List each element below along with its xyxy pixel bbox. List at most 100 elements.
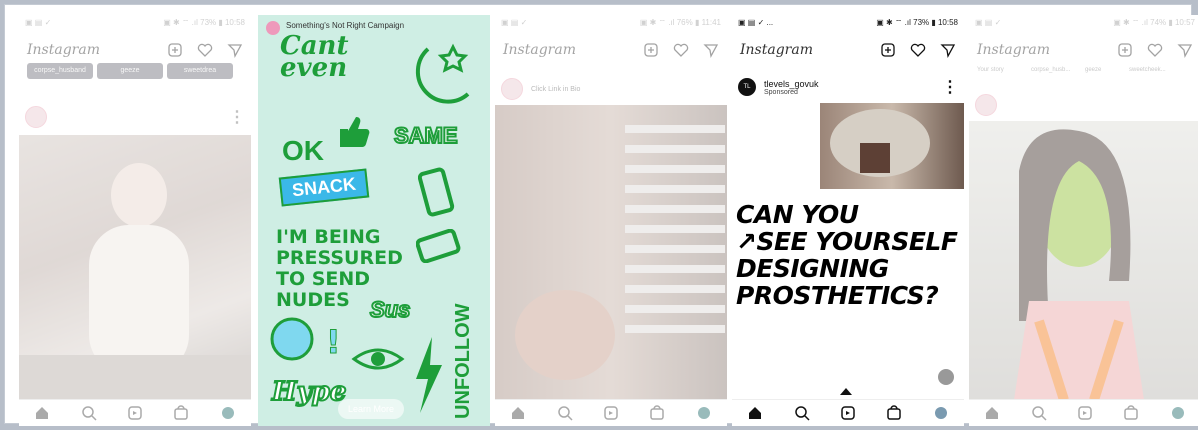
reels-icon[interactable] xyxy=(602,404,620,422)
battery-icon xyxy=(416,229,461,263)
profile-icon[interactable] xyxy=(219,404,237,422)
status-left: ▣ ▤ ✓ xyxy=(975,18,1002,27)
status-bar: ▣ ▤ ✓ ▣ ✱ ⌔ .ıl 74% ▮ 10:57 xyxy=(969,15,1198,29)
sticker-hype: Hype xyxy=(271,376,347,408)
phone-panel-5: ▣ ▤ ✓ ▣ ✱ ⌔ .ıl 74% ▮ 10:57 Instagram Yo… xyxy=(969,15,1198,426)
status-right: ▣ ✱ ⌔ .ıl 73% ▮ 10:58 xyxy=(163,18,245,27)
post-photo[interactable] xyxy=(969,121,1198,402)
status-bar: ▣ ▤ ✓ ▣ ✱ ⌔ .ıl 73% ▮ 10:58 xyxy=(19,15,251,29)
post-caption: Click Link in Bio xyxy=(531,85,581,93)
heart-icon[interactable] xyxy=(197,42,213,58)
instagram-logo[interactable]: Instagram xyxy=(740,42,813,58)
eye-icon xyxy=(351,348,405,370)
top-bar: Instagram xyxy=(969,37,1198,63)
post-photo[interactable] xyxy=(19,135,251,400)
top-bar: Instagram xyxy=(495,37,727,63)
plus-square-icon[interactable] xyxy=(643,42,659,58)
reels-icon[interactable] xyxy=(839,404,857,422)
heart-icon[interactable] xyxy=(1147,42,1163,58)
top-bar: Instagram xyxy=(732,37,964,63)
status-right: ▣ ✱ ⌔ .ıl 74% ▮ 10:57 xyxy=(1113,18,1195,27)
home-icon[interactable] xyxy=(33,404,51,422)
sticker-cant-even: Cant even xyxy=(280,31,349,83)
sponsored-label: Sponsored xyxy=(764,88,798,96)
advertiser-handle[interactable]: tlevels_govuk xyxy=(764,79,819,89)
photo-blinds xyxy=(515,125,725,380)
sticker-sus: Sus xyxy=(369,296,411,323)
shop-icon[interactable] xyxy=(1122,404,1140,422)
ad-photo[interactable] xyxy=(820,103,964,189)
mute-icon[interactable] xyxy=(938,369,954,385)
story-item[interactable]: corpse_husband xyxy=(27,63,93,79)
sticker-same: SAME xyxy=(393,122,459,149)
photo-person xyxy=(830,109,930,177)
swipe-up-icon[interactable] xyxy=(838,385,854,397)
phone-icon xyxy=(418,167,455,217)
heart-icon[interactable] xyxy=(910,42,926,58)
top-bar: Instagram xyxy=(19,37,251,63)
home-icon[interactable] xyxy=(746,404,764,422)
phone-panel-4-ad: ▣ ▤ ✓ ... ▣ ✱ ⌔ .ıl 73% ▮ 10:58 Instagra… xyxy=(732,15,964,426)
avatar[interactable] xyxy=(25,106,47,128)
lightning-icon xyxy=(416,337,442,413)
send-icon[interactable] xyxy=(227,42,243,58)
search-icon[interactable] xyxy=(80,404,98,422)
home-icon[interactable] xyxy=(509,404,527,422)
post-header: Click Link in Bio xyxy=(501,77,721,101)
avatar[interactable] xyxy=(501,78,523,100)
send-icon[interactable] xyxy=(940,42,956,58)
ad-headline: CAN YOU ↗SEE YOURSELF DESIGNING PROSTHET… xyxy=(736,200,958,310)
sticker-unfollow: UNFOLLOW xyxy=(452,303,474,419)
heart-icon[interactable] xyxy=(673,42,689,58)
screenshot-frame: ▣ ▤ ✓ ▣ ✱ ⌔ .ıl 73% ▮ 10:58 Instagram co… xyxy=(4,4,1198,426)
shop-icon[interactable] xyxy=(885,404,903,422)
send-icon[interactable] xyxy=(1177,42,1193,58)
reels-icon[interactable] xyxy=(1076,404,1094,422)
bottom-nav xyxy=(19,399,251,426)
search-icon[interactable] xyxy=(793,404,811,422)
plus-square-icon[interactable] xyxy=(1117,42,1133,58)
story-item[interactable]: sweetdrea xyxy=(167,63,233,79)
campaign-avatar[interactable] xyxy=(266,21,280,35)
post-header: ⋮ xyxy=(25,105,245,129)
reels-icon[interactable] xyxy=(126,404,144,422)
learn-more-button[interactable]: Learn More xyxy=(338,399,405,419)
instagram-logo[interactable]: Instagram xyxy=(503,42,576,58)
sticker-ok: OK xyxy=(282,135,324,166)
profile-icon[interactable] xyxy=(932,404,950,422)
advertiser-avatar[interactable]: TL xyxy=(738,78,756,96)
plus-square-icon[interactable] xyxy=(880,42,896,58)
bottom-nav xyxy=(969,399,1198,426)
plus-square-icon[interactable] xyxy=(167,42,183,58)
story-item[interactable]: geeze xyxy=(97,63,163,79)
bottom-nav xyxy=(495,399,727,426)
profile-icon[interactable] xyxy=(1169,404,1187,422)
photo-figure xyxy=(1014,129,1144,402)
send-icon[interactable] xyxy=(703,42,719,58)
status-right: ▣ ✱ ⌔ .ıl 73% ▮ 10:58 xyxy=(876,18,958,27)
status-left: ▣ ▤ ✓ ... xyxy=(738,18,774,27)
avatar[interactable] xyxy=(975,94,997,116)
status-left: ▣ ▤ ✓ xyxy=(25,18,52,27)
profile-icon[interactable] xyxy=(695,404,713,422)
search-icon[interactable] xyxy=(1030,404,1048,422)
shop-icon[interactable] xyxy=(172,404,190,422)
search-icon[interactable] xyxy=(556,404,574,422)
stories-row: corpse_husband geeze sweetdrea xyxy=(19,63,251,93)
phone-panel-2-story: Something's Not Right Campaign Cant even… xyxy=(258,15,490,426)
phone-panel-3: ▣ ▤ ✓ ▣ ✱ ⌔ .ıl 76% ▮ 11:41 Instagram Cl… xyxy=(495,15,727,426)
campaign-name[interactable]: Something's Not Right Campaign xyxy=(286,21,404,30)
post-header: TL tlevels_govuk Sponsored ⋮ xyxy=(738,75,958,99)
phone-panel-1: ▣ ▤ ✓ ▣ ✱ ⌔ .ıl 73% ▮ 10:58 Instagram co… xyxy=(19,15,251,426)
instagram-logo[interactable]: Instagram xyxy=(977,42,1050,58)
status-bar: ▣ ▤ ✓ ... ▣ ✱ ⌔ .ıl 73% ▮ 10:58 xyxy=(732,15,964,29)
status-left: ▣ ▤ ✓ xyxy=(501,18,528,27)
svg-text:!: ! xyxy=(326,323,340,361)
shop-icon[interactable] xyxy=(648,404,666,422)
home-icon[interactable] xyxy=(983,404,1001,422)
more-options-icon[interactable]: ⋮ xyxy=(942,77,958,97)
post-photo[interactable] xyxy=(495,105,727,400)
more-options-icon[interactable]: ⋮ xyxy=(229,107,245,127)
instagram-logo[interactable]: Instagram xyxy=(27,42,100,58)
thumbs-up-icon xyxy=(340,117,370,147)
